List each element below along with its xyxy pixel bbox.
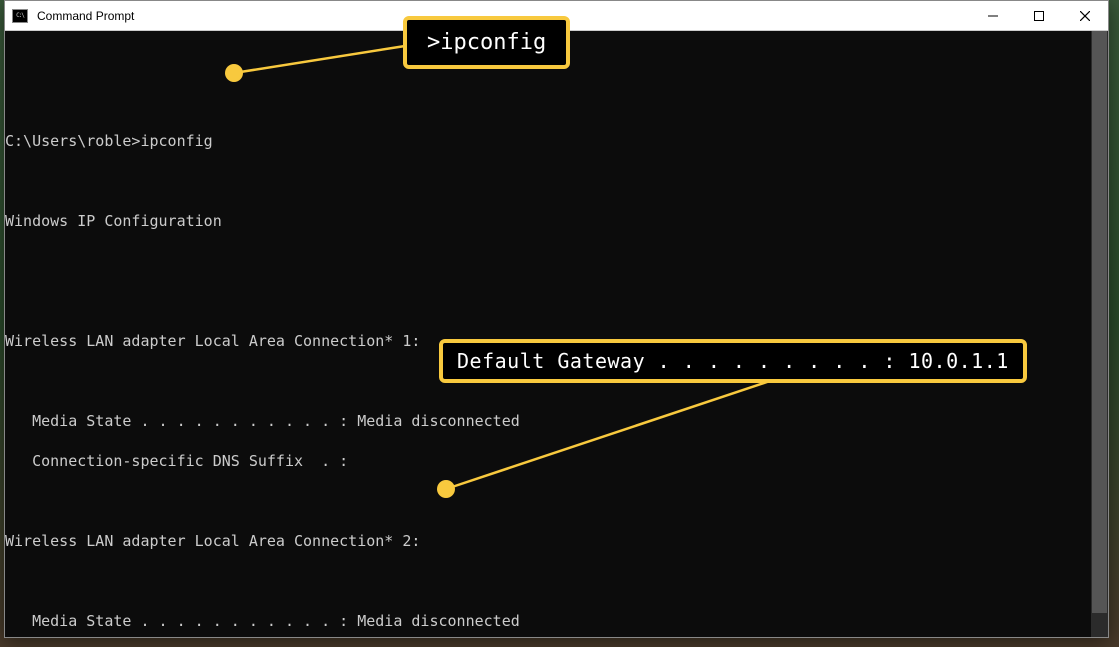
dns-suffix: Connection-specific DNS Suffix . :	[5, 451, 1108, 471]
annotation-dot	[225, 64, 243, 82]
annotation-dot	[437, 480, 455, 498]
terminal-area[interactable]: C:\Users\roble>ipconfig Windows IP Confi…	[5, 31, 1108, 637]
vertical-scrollbar[interactable]	[1091, 31, 1108, 637]
maximize-button[interactable]	[1016, 1, 1062, 30]
close-button[interactable]	[1062, 1, 1108, 30]
minimize-button[interactable]	[970, 1, 1016, 30]
prompt: C:\Users\roble>	[5, 132, 140, 150]
callout-default-gateway: Default Gateway . . . . . . . . . : 10.0…	[439, 339, 1027, 383]
scroll-thumb[interactable]	[1092, 31, 1107, 613]
media-state: Media State . . . . . . . . . . . : Medi…	[5, 611, 1108, 631]
typed-command: ipconfig	[140, 132, 212, 150]
callout-ipconfig: >ipconfig	[403, 16, 570, 69]
adapter-title: Wireless LAN adapter Local Area Connecti…	[5, 531, 1108, 551]
window-controls	[970, 1, 1108, 30]
command-prompt-window: Command Prompt C:\Users\roble>ipconfig W…	[4, 0, 1109, 638]
ip-config-header: Windows IP Configuration	[5, 211, 1108, 231]
media-state: Media State . . . . . . . . . . . : Medi…	[5, 411, 1108, 431]
cmd-icon	[12, 9, 28, 23]
